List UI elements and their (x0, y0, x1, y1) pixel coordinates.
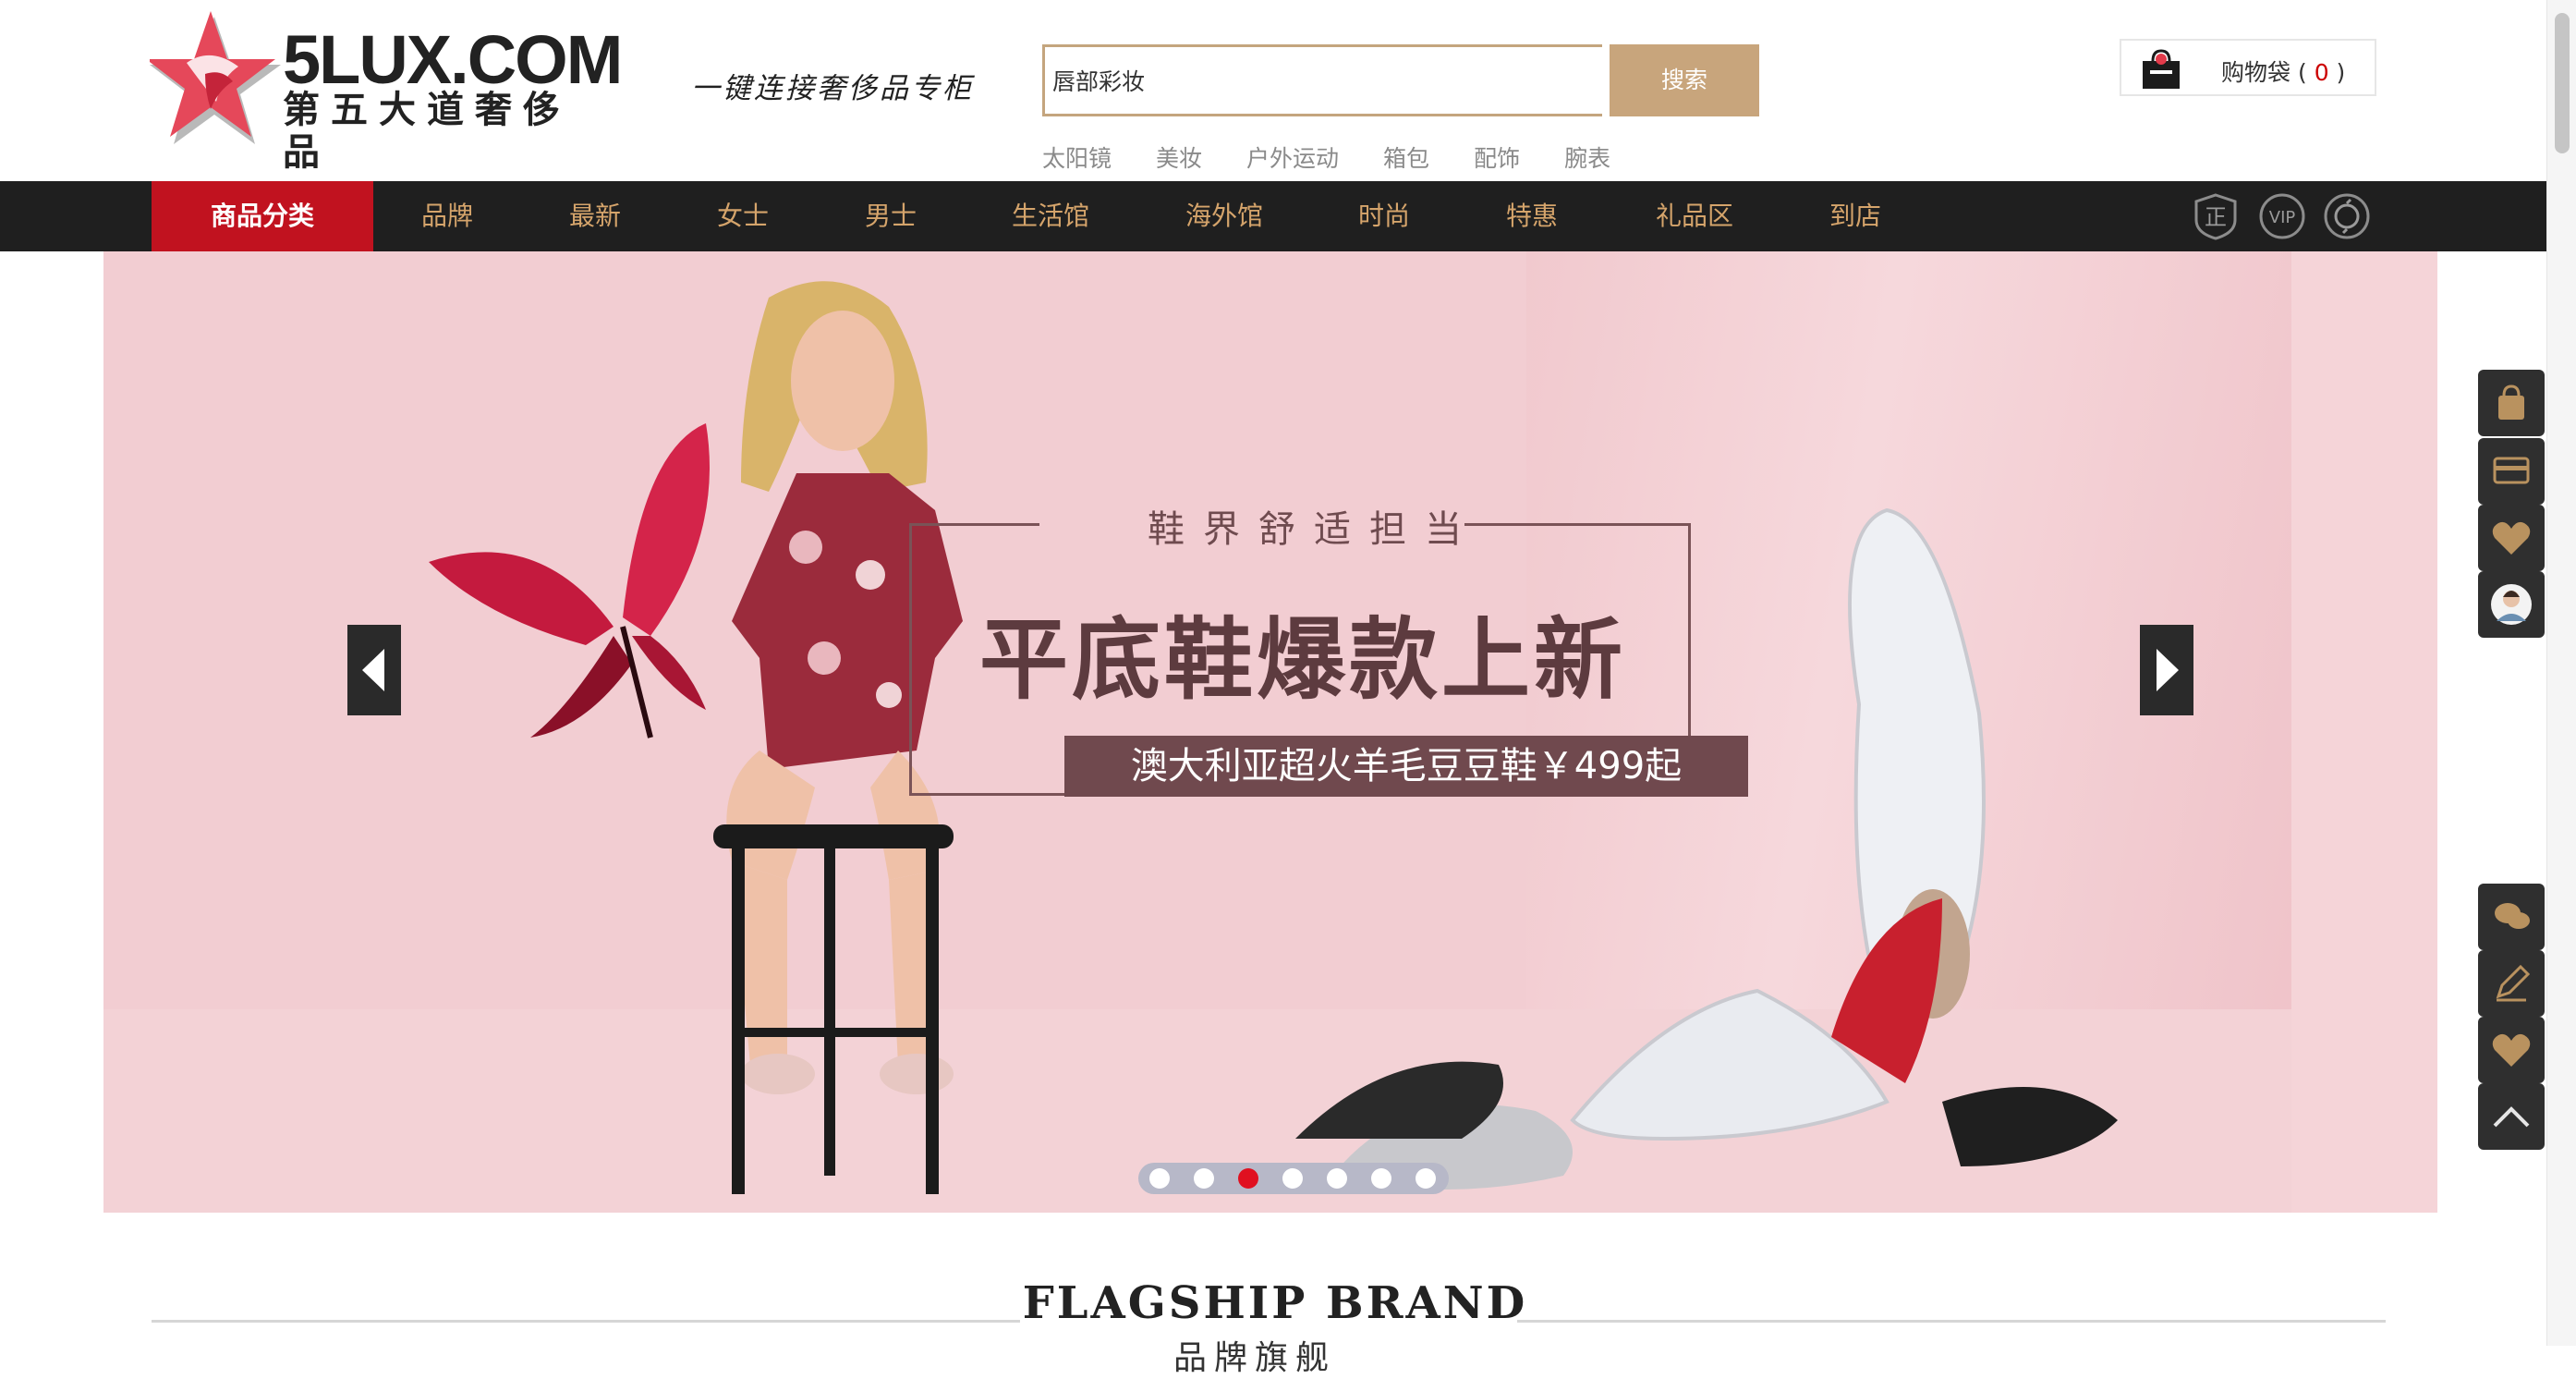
nav-item-store[interactable]: 到店 (1811, 181, 1900, 251)
avatar (2491, 584, 2532, 625)
next-slide-button[interactable] (2140, 625, 2193, 715)
slide-dot[interactable] (1416, 1168, 1436, 1189)
back-to-top-icon (2493, 1106, 2530, 1128)
authentic-badge-icon[interactable]: 正 (2192, 192, 2240, 240)
nav-item-brands[interactable]: 品牌 (403, 181, 492, 251)
section-divider-right (1517, 1320, 2386, 1323)
scrollbar-thumb[interactable] (2555, 13, 2570, 153)
hot-word-link[interactable]: 美妆 (1156, 140, 1202, 174)
page-scrollbar[interactable] (2546, 0, 2576, 1346)
arrow-right-icon (2157, 649, 2179, 691)
slide-dot[interactable] (1371, 1168, 1391, 1189)
search-input[interactable] (1042, 44, 1602, 116)
side-favorite-button[interactable] (2478, 505, 2545, 571)
nav-item-lifestyle[interactable]: 生活馆 (998, 181, 1103, 251)
slide-dot[interactable] (1282, 1168, 1303, 1189)
side-card-button[interactable] (2478, 438, 2545, 505)
cart-count: 0 (2314, 59, 2329, 86)
back-to-top-button[interactable] (2478, 1083, 2545, 1150)
star-logo-icon (150, 11, 281, 144)
slide-indicator (1138, 1163, 1449, 1194)
hero-banner[interactable]: 鞋界舒适担当 平底鞋爆款上新 澳大利亚超火羊毛豆豆鞋￥499起 (103, 251, 2437, 1213)
shopping-bag-icon (2143, 49, 2180, 89)
section-divider-left (152, 1320, 1020, 1323)
vip-badge-text: VIP (2269, 208, 2296, 227)
slide-dot[interactable] (1194, 1168, 1214, 1189)
banner-edge (2291, 251, 2437, 1213)
hot-word-link[interactable]: 箱包 (1383, 140, 1429, 174)
logo-text: 5LUX.COM (283, 21, 623, 98)
slide-dot-active[interactable] (1238, 1168, 1258, 1189)
card-icon (2493, 457, 2530, 484)
cart-button[interactable]: 购物袋 ( 0 ) (2120, 39, 2376, 96)
banner-title: 平底鞋爆款上新 (979, 608, 1626, 712)
slide-dot[interactable] (1327, 1168, 1347, 1189)
section-subtitle: 品牌旗舰 (1173, 1339, 1337, 1377)
arrow-left-icon (362, 649, 384, 691)
search-bar: 搜索 (1042, 44, 1759, 116)
hot-word-link[interactable]: 太阳镜 (1042, 140, 1112, 174)
side-avatar-button[interactable] (2478, 571, 2545, 638)
nav-item-gifts[interactable]: 礼品区 (1639, 181, 1750, 251)
refresh-badge-icon[interactable] (2323, 192, 2371, 240)
nav-item-men[interactable]: 男士 (846, 181, 935, 251)
slogan: 一键连接奢侈品专柜 (691, 72, 974, 105)
slide-dot[interactable] (1149, 1168, 1170, 1189)
cart-label: 购物袋 ( 0 ) (2221, 55, 2345, 88)
heart-icon (2492, 521, 2531, 555)
chat-icon (2495, 903, 2530, 929)
side-feedback-button[interactable] (2478, 950, 2545, 1017)
nav-item-fashion[interactable]: 时尚 (1340, 181, 1428, 251)
main-nav: 商品分类 品牌 最新 女士 男士 生活馆 海外馆 时尚 特惠 礼品区 到店 正 … (0, 181, 2546, 251)
prev-slide-button[interactable] (347, 625, 401, 715)
section-title: FLAGSHIP BRAND (1022, 1277, 1528, 1329)
hot-word-link[interactable]: 腕表 (1564, 140, 1610, 174)
search-button[interactable]: 搜索 (1610, 44, 1759, 116)
edit-icon (2496, 964, 2531, 1002)
vip-badge-icon[interactable]: VIP (2258, 192, 2306, 240)
nav-item-overseas[interactable]: 海外馆 (1170, 181, 1279, 251)
banner-tag: 澳大利亚超火羊毛豆豆鞋￥499起 (1064, 736, 1748, 797)
nav-item-categories[interactable]: 商品分类 (152, 181, 373, 251)
banner-subtitle: 鞋界舒适担当 (1148, 508, 1480, 551)
cart-close-paren: ) (2336, 59, 2346, 86)
nav-item-sale[interactable]: 特惠 (1488, 181, 1576, 251)
side-cart-button[interactable] (2478, 370, 2545, 436)
nav-item-women[interactable]: 女士 (699, 181, 787, 251)
side-favorite-button-2[interactable] (2478, 1017, 2545, 1083)
bag-icon (2498, 384, 2524, 420)
logo-text-block: 5LUX.COM 第五大道奢侈品 (283, 21, 623, 175)
butterfly-image (429, 423, 710, 738)
logo-subtitle: 第五大道奢侈品 (283, 89, 571, 174)
hot-word-link[interactable]: 户外运动 (1246, 140, 1339, 174)
hot-word-link[interactable]: 配饰 (1474, 140, 1520, 174)
authentic-badge-text: 正 (2205, 204, 2227, 230)
side-chat-button[interactable] (2478, 884, 2545, 950)
hot-words: 太阳镜 美妆 户外运动 箱包 配饰 腕表 (1042, 140, 1655, 174)
nav-item-new[interactable]: 最新 (551, 181, 639, 251)
cart-label-text: 购物袋 (2221, 59, 2291, 86)
cart-open-paren: ( (2297, 59, 2307, 86)
heart-icon (2492, 1033, 2531, 1067)
